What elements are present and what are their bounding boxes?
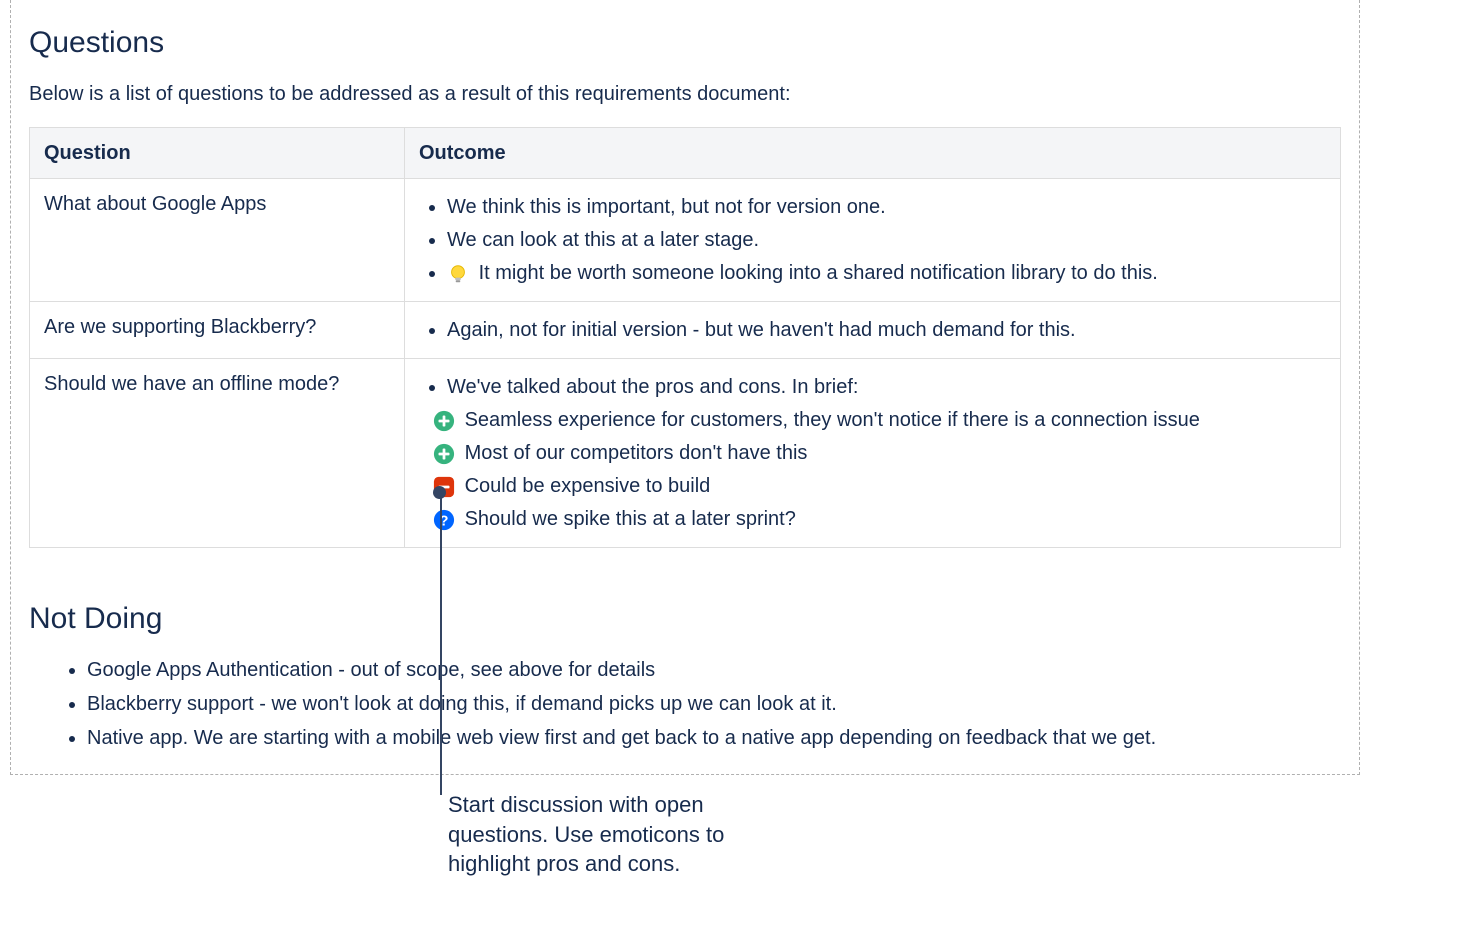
not-doing-heading: Not Doing — [29, 596, 1341, 641]
question-cell: Are we supporting Blackberry? — [30, 302, 405, 359]
list-item: It might be worth someone looking into a… — [447, 258, 1326, 288]
list-item: Native app. We are starting with a mobil… — [87, 723, 1341, 753]
list-item: Again, not for initial version - but we … — [447, 315, 1326, 345]
outcome-cell: We've talked about the pros and cons. In… — [405, 359, 1341, 548]
table-row: Should we have an offline mode? We've ta… — [30, 359, 1341, 548]
plus-icon — [433, 410, 455, 432]
question-cell: What about Google Apps — [30, 179, 405, 302]
page-root: Questions Below is a list of questions t… — [0, 0, 1466, 940]
questions-intro-text: Below is a list of questions to be addre… — [29, 79, 1341, 109]
not-doing-list: Google Apps Authentication - out of scop… — [29, 655, 1341, 753]
callout-annotation-text: Start discussion with open questions. Us… — [448, 790, 778, 879]
outcome-text: We can look at this at a later stage. — [447, 229, 759, 251]
list-item: Seamless experience for customers, they … — [433, 405, 1326, 435]
document-body: Questions Below is a list of questions t… — [10, 0, 1360, 775]
outcome-list: We've talked about the pros and cons. In… — [419, 372, 1326, 534]
question-cell: Should we have an offline mode? — [30, 359, 405, 548]
outcome-text: It might be worth someone looking into a… — [479, 262, 1158, 284]
list-item: Most of our competitors don't have this — [433, 438, 1326, 468]
callout-connector-line — [440, 490, 442, 795]
outcome-text: Could be expensive to build — [465, 475, 711, 497]
table-header-row: Question Outcome — [30, 128, 1341, 179]
outcome-text: Seamless experience for customers, they … — [465, 409, 1200, 431]
questions-heading: Questions — [29, 20, 1341, 65]
col-header-question: Question — [30, 128, 405, 179]
lightbulb-icon — [447, 263, 469, 285]
outcome-cell: Again, not for initial version - but we … — [405, 302, 1341, 359]
questions-table: Question Outcome What about Google Apps … — [29, 127, 1341, 548]
outcome-text: We think this is important, but not for … — [447, 196, 886, 218]
list-item: ? Should we spike this at a later sprint… — [433, 504, 1326, 534]
outcome-list: Again, not for initial version - but we … — [419, 315, 1326, 345]
list-item: We've talked about the pros and cons. In… — [447, 372, 1326, 402]
list-item: Blackberry support - we won't look at do… — [87, 689, 1341, 719]
question-icon: ? — [433, 509, 455, 531]
col-header-outcome: Outcome — [405, 128, 1341, 179]
list-item: Could be expensive to build — [433, 471, 1326, 501]
outcome-text: Should we spike this at a later sprint? — [465, 508, 796, 530]
plus-icon — [433, 443, 455, 465]
table-row: Are we supporting Blackberry? Again, not… — [30, 302, 1341, 359]
outcome-text: Again, not for initial version - but we … — [447, 319, 1076, 341]
outcome-text: We've talked about the pros and cons. In… — [447, 376, 858, 398]
table-row: What about Google Apps We think this is … — [30, 179, 1341, 302]
outcome-cell: We think this is important, but not for … — [405, 179, 1341, 302]
outcome-text: Most of our competitors don't have this — [465, 442, 808, 464]
list-item: We can look at this at a later stage. — [447, 225, 1326, 255]
outcome-list: We think this is important, but not for … — [419, 192, 1326, 288]
list-item: Google Apps Authentication - out of scop… — [87, 655, 1341, 685]
list-item: We think this is important, but not for … — [447, 192, 1326, 222]
